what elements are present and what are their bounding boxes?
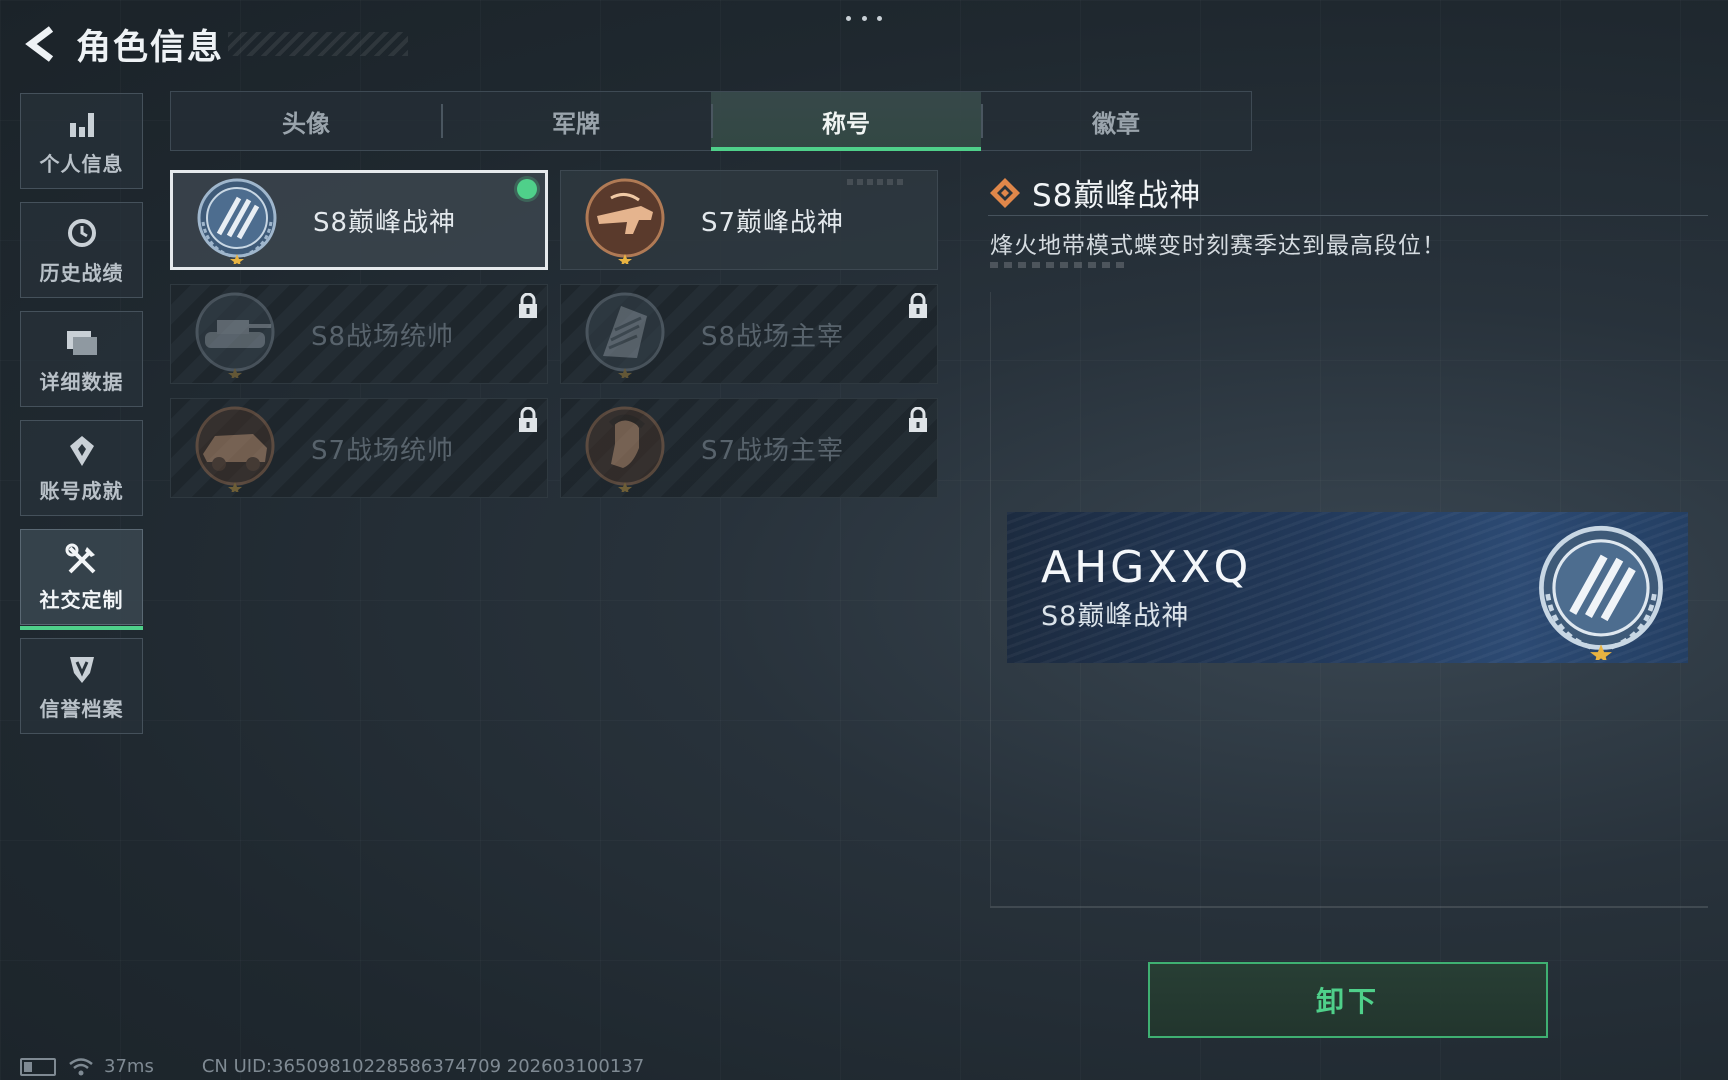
page-title: 角色信息 <box>76 27 225 68</box>
sidebar-item-personal-info[interactable]: 个人信息 <box>20 93 143 189</box>
diamond-rank-icon <box>990 177 1020 208</box>
title-preview-banner: AHGXXQ S8巅峰战神 <box>1007 512 1688 663</box>
building-medal-icon <box>581 290 669 380</box>
status-bar: 37ms CN UID:3650981022858637470​9 202603… <box>20 1056 644 1077</box>
title-decoration <box>228 32 408 56</box>
player-name: AHGXXQ <box>1041 542 1252 593</box>
ping-value: 37ms <box>104 1056 154 1077</box>
sidebar-item-detailed-data[interactable]: 详细数据 <box>20 311 143 407</box>
title-card-s7-commander[interactable]: S7战场统帅 <box>170 398 548 498</box>
divider <box>990 906 1708 908</box>
tab-bar: 头像 军牌 称号 徽章 <box>170 91 1252 151</box>
lock-icon <box>519 293 537 318</box>
title-name: S7战场统帅 <box>311 435 455 466</box>
blue-laurel-medal-icon <box>1532 522 1670 663</box>
battery-icon <box>20 1057 56 1076</box>
medal-icon <box>64 433 100 469</box>
lock-icon <box>909 407 927 432</box>
more-options-icon[interactable] <box>846 8 882 28</box>
back-button[interactable] <box>18 22 62 66</box>
tab-badge[interactable]: 徽章 <box>981 92 1251 150</box>
title-name: S8巅峰战神 <box>313 207 457 238</box>
tab-title[interactable]: 称号 <box>711 92 981 151</box>
title-name: S8战场统帅 <box>311 321 455 352</box>
tab-dog-tag[interactable]: 军牌 <box>441 92 711 150</box>
title-card-s7-dominator[interactable]: S7战场主宰 <box>560 398 938 498</box>
banner-title: S8巅峰战神 <box>1041 601 1190 632</box>
lock-icon <box>519 407 537 432</box>
equipped-indicator-icon <box>517 179 537 199</box>
detail-description: 烽火地带模式蝶变时刻赛季达到最高段位！ <box>990 233 1446 259</box>
tools-icon <box>64 542 100 578</box>
sidebar-item-history[interactable]: 历史战绩 <box>20 202 143 298</box>
card-decoration <box>847 179 907 185</box>
vehicle-medal-icon <box>191 404 279 494</box>
title-card-s8-dominator[interactable]: S8战场主宰 <box>560 284 938 384</box>
header: 角色信息 <box>18 20 224 68</box>
blue-laurel-medal-icon <box>193 176 281 266</box>
detail-header: S8巅峰战神 <box>988 170 1201 215</box>
back-arrow-icon <box>25 26 54 62</box>
sidebar-item-credit[interactable]: 信誉档案 <box>20 638 143 734</box>
tab-avatar[interactable]: 头像 <box>171 92 441 150</box>
sidebar-item-label: 详细数据 <box>39 369 124 394</box>
sidebar-item-label: 历史战绩 <box>39 260 124 285</box>
sidebar-item-label: 信誉档案 <box>39 696 124 721</box>
wifi-icon <box>69 1057 93 1075</box>
history-icon <box>64 215 100 251</box>
lock-icon <box>909 293 927 318</box>
bronze-weapon-medal-icon <box>581 176 669 266</box>
shield-icon <box>64 651 100 687</box>
soldier-medal-icon <box>581 404 669 494</box>
tank-medal-icon <box>191 290 279 380</box>
sidebar: 个人信息 历史战绩 详细数据 账号成就 社交定制 信誉档案 <box>20 93 144 747</box>
sidebar-item-label: 社交定制 <box>39 587 124 612</box>
detail-title: S8巅峰战神 <box>1032 178 1202 214</box>
unequip-button[interactable]: 卸下 <box>1148 962 1548 1038</box>
sidebar-item-social-custom[interactable]: 社交定制 <box>20 529 143 630</box>
title-card-s8-peak[interactable]: S8巅峰战神 <box>170 170 548 270</box>
title-name: S7巅峰战神 <box>701 207 845 238</box>
description-decoration <box>990 262 1125 268</box>
title-name: S8战场主宰 <box>701 321 845 352</box>
title-card-s7-peak[interactable]: S7巅峰战神 <box>560 170 938 270</box>
uid-text: CN UID:3650981022858637470​9 20260310013… <box>201 1056 645 1077</box>
sidebar-item-label: 个人信息 <box>39 151 124 176</box>
title-card-s8-commander[interactable]: S8战场统帅 <box>170 284 548 384</box>
title-name: S7战场主宰 <box>701 435 845 466</box>
folder-icon <box>64 324 100 360</box>
sidebar-item-label: 账号成就 <box>39 478 124 503</box>
divider <box>988 215 1708 216</box>
sidebar-item-achievements[interactable]: 账号成就 <box>20 420 143 516</box>
bar-chart-icon <box>64 106 100 142</box>
